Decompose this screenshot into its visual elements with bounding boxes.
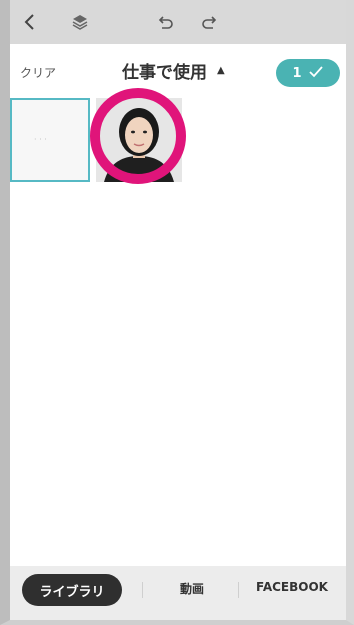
tab-divider	[142, 582, 143, 598]
album-selector[interactable]: 仕事で使用 ▲	[122, 58, 225, 83]
portrait-photo-thumbnail[interactable]	[96, 98, 182, 182]
caret-up-icon: ▲	[217, 65, 225, 76]
svg-text:· · ·: · · ·	[34, 135, 47, 144]
back-icon[interactable]	[20, 12, 40, 32]
top-toolbar	[10, 0, 346, 44]
app-screen: クリア 仕事で使用 ▲ 1 · · · ライブラリ 動画 FACEBOOK	[0, 0, 354, 625]
tab-divider	[238, 582, 239, 598]
clear-button[interactable]: クリア	[20, 64, 56, 81]
tab-video[interactable]: 動画	[180, 580, 204, 597]
album-header: クリア 仕事で使用 ▲ 1	[10, 44, 346, 99]
check-icon	[308, 64, 324, 83]
confirm-selection-button[interactable]: 1	[276, 59, 340, 87]
source-tabs: ライブラリ 動画 FACEBOOK	[10, 566, 346, 620]
photo-grid: · · ·	[10, 88, 346, 566]
selected-count: 1	[292, 65, 302, 81]
album-title: 仕事で使用	[122, 63, 207, 83]
undo-icon[interactable]	[155, 12, 175, 32]
selected-photo-thumbnail[interactable]: · · ·	[10, 98, 90, 182]
redo-icon[interactable]	[200, 12, 220, 32]
tab-facebook[interactable]: FACEBOOK	[256, 580, 328, 594]
tab-library[interactable]: ライブラリ	[22, 574, 122, 606]
layers-icon[interactable]	[70, 12, 90, 32]
